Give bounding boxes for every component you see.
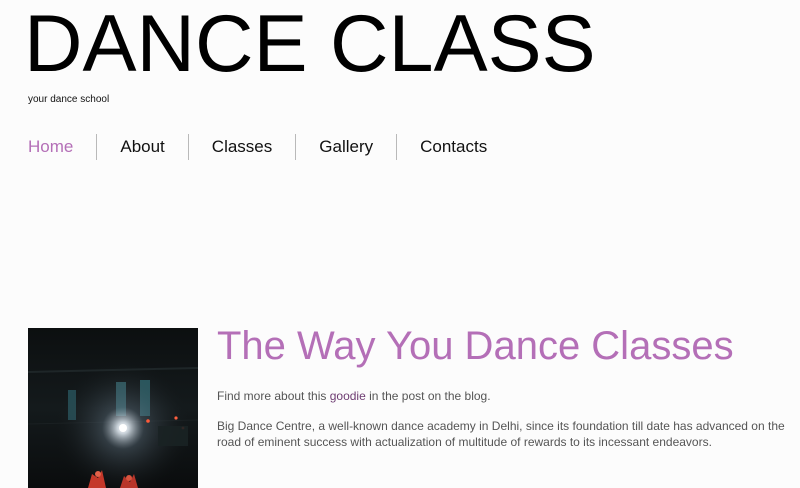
- site-tagline: your dance school: [28, 94, 110, 105]
- site-title[interactable]: DANCE CLASS: [24, 2, 596, 86]
- nav-item-about[interactable]: About: [96, 134, 187, 160]
- intro-paragraph: Find more about this goodie in the post …: [217, 388, 800, 404]
- goodie-link[interactable]: goodie: [330, 389, 366, 403]
- nav-item-gallery[interactable]: Gallery: [295, 134, 396, 160]
- nav-item-home[interactable]: Home: [28, 134, 96, 160]
- main-content: The Way You Dance Classes Find more abou…: [217, 322, 800, 450]
- nav-item-classes[interactable]: Classes: [187, 134, 295, 160]
- description-paragraph: Big Dance Centre, a well-known dance aca…: [217, 419, 785, 449]
- intro-text-after: in the post on the blog.: [365, 389, 491, 403]
- intro-text-before: Find more about this: [217, 389, 330, 403]
- page-heading: The Way You Dance Classes: [217, 324, 734, 368]
- main-nav: Home About Classes Gallery Contacts: [28, 134, 510, 160]
- dance-stage-photo: [28, 328, 198, 488]
- nav-item-contacts[interactable]: Contacts: [396, 134, 510, 160]
